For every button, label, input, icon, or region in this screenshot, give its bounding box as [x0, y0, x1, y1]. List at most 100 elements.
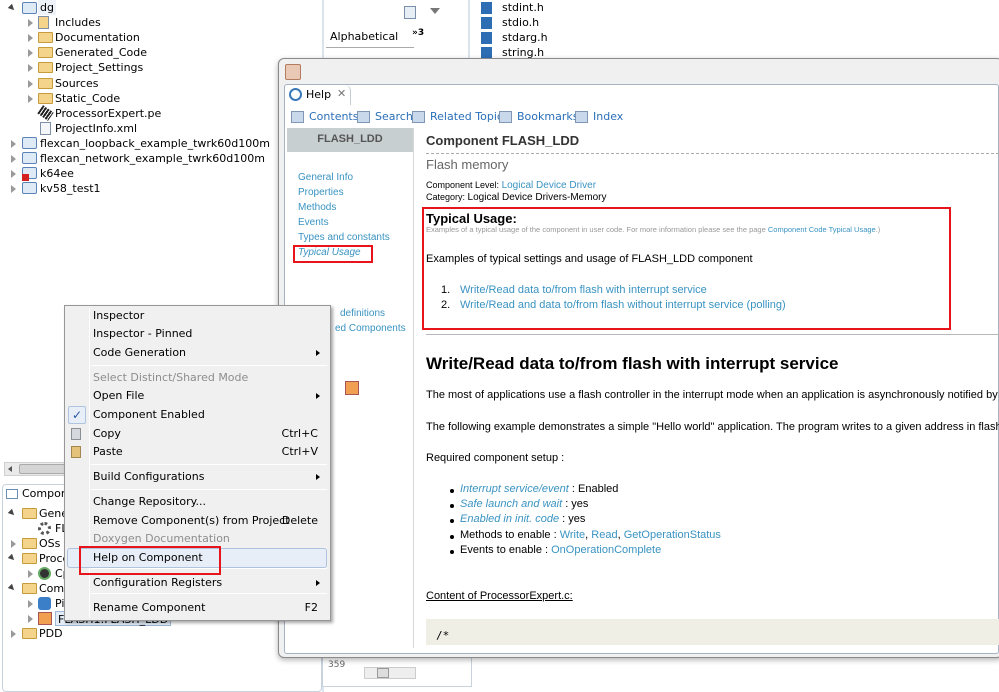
- collapsed-arrow-icon[interactable]: [28, 570, 33, 578]
- collapsed-arrow-icon[interactable]: [11, 540, 16, 548]
- nav-link[interactable]: definitions: [340, 308, 385, 319]
- menu-item[interactable]: Component Enabled: [93, 406, 205, 424]
- tree-item[interactable]: ProcessorExpert.pe: [55, 106, 161, 121]
- new-element-icon[interactable]: [404, 6, 416, 19]
- level-link[interactable]: Logical Device Driver: [502, 180, 596, 191]
- components-view-icon: [6, 489, 18, 499]
- nav-header: FLASH_LDD: [287, 128, 413, 152]
- collapsed-arrow-icon[interactable]: [28, 49, 33, 57]
- index-icon[interactable]: [575, 111, 588, 123]
- nav-link[interactable]: Properties: [298, 187, 344, 198]
- folder-icon: [22, 538, 37, 549]
- menu-item[interactable]: Paste: [93, 443, 123, 461]
- error-icon: [22, 174, 29, 181]
- nav-link[interactable]: ed Components: [335, 323, 406, 334]
- component-item[interactable]: PDD: [39, 626, 63, 641]
- header-file-icon: [481, 2, 492, 14]
- check-icon: ✓: [68, 406, 86, 424]
- expanded-arrow-icon[interactable]: [7, 3, 17, 13]
- menu-item[interactable]: Inspector - Pinned: [93, 325, 192, 343]
- collapsed-arrow-icon[interactable]: [28, 615, 33, 623]
- toolbar-bookmarks[interactable]: Bookmarks: [517, 110, 578, 123]
- view-menu-icon[interactable]: [430, 8, 440, 14]
- menu-item[interactable]: Configuration Registers: [93, 574, 222, 592]
- line-number: 359: [328, 660, 346, 670]
- toolbar-index[interactable]: Index: [593, 110, 623, 123]
- tab-help[interactable]: Help ✕: [285, 85, 351, 105]
- menu-item[interactable]: Rename Component: [93, 599, 205, 617]
- toolbar-search[interactable]: Search: [375, 110, 413, 123]
- tree-item-dg[interactable]: dg: [38, 0, 56, 15]
- collapsed-arrow-icon[interactable]: [11, 155, 16, 163]
- tree-item[interactable]: Includes: [55, 15, 101, 30]
- events-to-enable: Events to enable : OnOperationComplete: [460, 544, 662, 556]
- menu-item[interactable]: Change Repository...: [93, 493, 206, 511]
- nav-link[interactable]: Events: [298, 217, 329, 228]
- setup-item: Enabled in init. code : yes: [460, 513, 586, 525]
- tree-item[interactable]: Sources: [55, 76, 99, 91]
- category-label: Category:: [426, 192, 466, 202]
- bookmarks-icon[interactable]: [499, 111, 512, 123]
- scroll-left-icon[interactable]: [8, 466, 12, 472]
- related-topics-icon[interactable]: [412, 111, 425, 123]
- menu-item[interactable]: Open File: [93, 387, 144, 405]
- page-title: Component FLASH_LDD: [426, 133, 580, 148]
- include-item[interactable]: stdint.h: [502, 0, 544, 15]
- include-item[interactable]: stdio.h: [502, 15, 539, 30]
- toolbar-contents[interactable]: Contents: [309, 110, 358, 123]
- collapsed-arrow-icon[interactable]: [11, 185, 16, 193]
- collapsed-arrow-icon[interactable]: [11, 630, 16, 638]
- method-link[interactable]: Write: [560, 529, 585, 541]
- nav-link[interactable]: Methods: [298, 202, 336, 213]
- collapsed-arrow-icon[interactable]: [28, 64, 33, 72]
- usage-link-1[interactable]: Write/Read data to/from flash with inter…: [460, 284, 707, 296]
- usage-link-2[interactable]: Write/Read and data to/from flash withou…: [460, 299, 786, 311]
- collapsed-arrow-icon[interactable]: [11, 140, 16, 148]
- menu-item[interactable]: Remove Component(s) from Project: [93, 512, 290, 530]
- search-icon[interactable]: [357, 111, 370, 123]
- component-item[interactable]: OSs: [39, 536, 60, 551]
- typical-usage-page-link[interactable]: Component Code Typical Usage: [768, 225, 876, 234]
- collapsed-arrow-icon[interactable]: [28, 19, 33, 27]
- submenu-arrow-icon: [316, 580, 320, 586]
- mini-scrollbar[interactable]: [364, 667, 416, 679]
- include-item[interactable]: stdarg.h: [502, 30, 548, 45]
- tree-item[interactable]: Static_Code: [55, 91, 120, 106]
- nav-link[interactable]: General Info: [298, 172, 353, 183]
- method-link[interactable]: Read: [591, 529, 617, 541]
- menu-item[interactable]: Build Configurations: [93, 468, 204, 486]
- event-link[interactable]: OnOperationComplete: [551, 544, 661, 556]
- tree-item[interactable]: Documentation: [55, 30, 140, 45]
- collapsed-arrow-icon[interactable]: [28, 34, 33, 42]
- toolbar-related-topics[interactable]: Related Topics: [430, 110, 509, 123]
- scroll-thumb[interactable]: [19, 464, 69, 474]
- pin-settings-icon: [38, 597, 51, 610]
- tree-item-project[interactable]: k64ee: [40, 166, 74, 181]
- tree-item[interactable]: Generated_Code: [55, 45, 147, 60]
- tab-overflow[interactable]: »3: [412, 28, 424, 38]
- tree-item-project[interactable]: flexcan_loopback_example_twrk60d100m: [40, 136, 270, 151]
- menu-item[interactable]: Inspector: [93, 307, 144, 325]
- tree-item-project[interactable]: flexcan_network_example_twrk60d100m: [40, 151, 265, 166]
- nav-link[interactable]: Types and constants: [298, 232, 390, 243]
- method-link[interactable]: GetOperationStatus: [624, 529, 721, 541]
- tree-item[interactable]: Project_Settings: [55, 60, 143, 75]
- tree-item-project[interactable]: kv58_test1: [40, 181, 101, 196]
- menu-shortcut: Ctrl+C: [281, 427, 318, 440]
- setup-label: Required component setup :: [426, 452, 565, 464]
- collapsed-arrow-icon[interactable]: [28, 80, 33, 88]
- project-folder-icon: [22, 182, 37, 194]
- folder-icon: [38, 32, 53, 43]
- contents-icon[interactable]: [291, 111, 304, 123]
- collapsed-arrow-icon[interactable]: [28, 95, 33, 103]
- methods-to-enable: Methods to enable : Write, Read, GetOper…: [460, 529, 721, 541]
- tree-item[interactable]: ProjectInfo.xml: [55, 121, 137, 136]
- close-tab-icon[interactable]: ✕: [337, 87, 346, 100]
- tab-alphabetical[interactable]: Alphabetical: [330, 30, 398, 43]
- category-value: Logical Device Drivers-Memory: [467, 192, 607, 203]
- project-folder-icon: [22, 2, 37, 14]
- menu-item[interactable]: Copy: [93, 425, 121, 443]
- collapsed-arrow-icon[interactable]: [28, 600, 33, 608]
- collapsed-arrow-icon[interactable]: [11, 170, 16, 178]
- menu-item[interactable]: Code Generation: [93, 344, 186, 362]
